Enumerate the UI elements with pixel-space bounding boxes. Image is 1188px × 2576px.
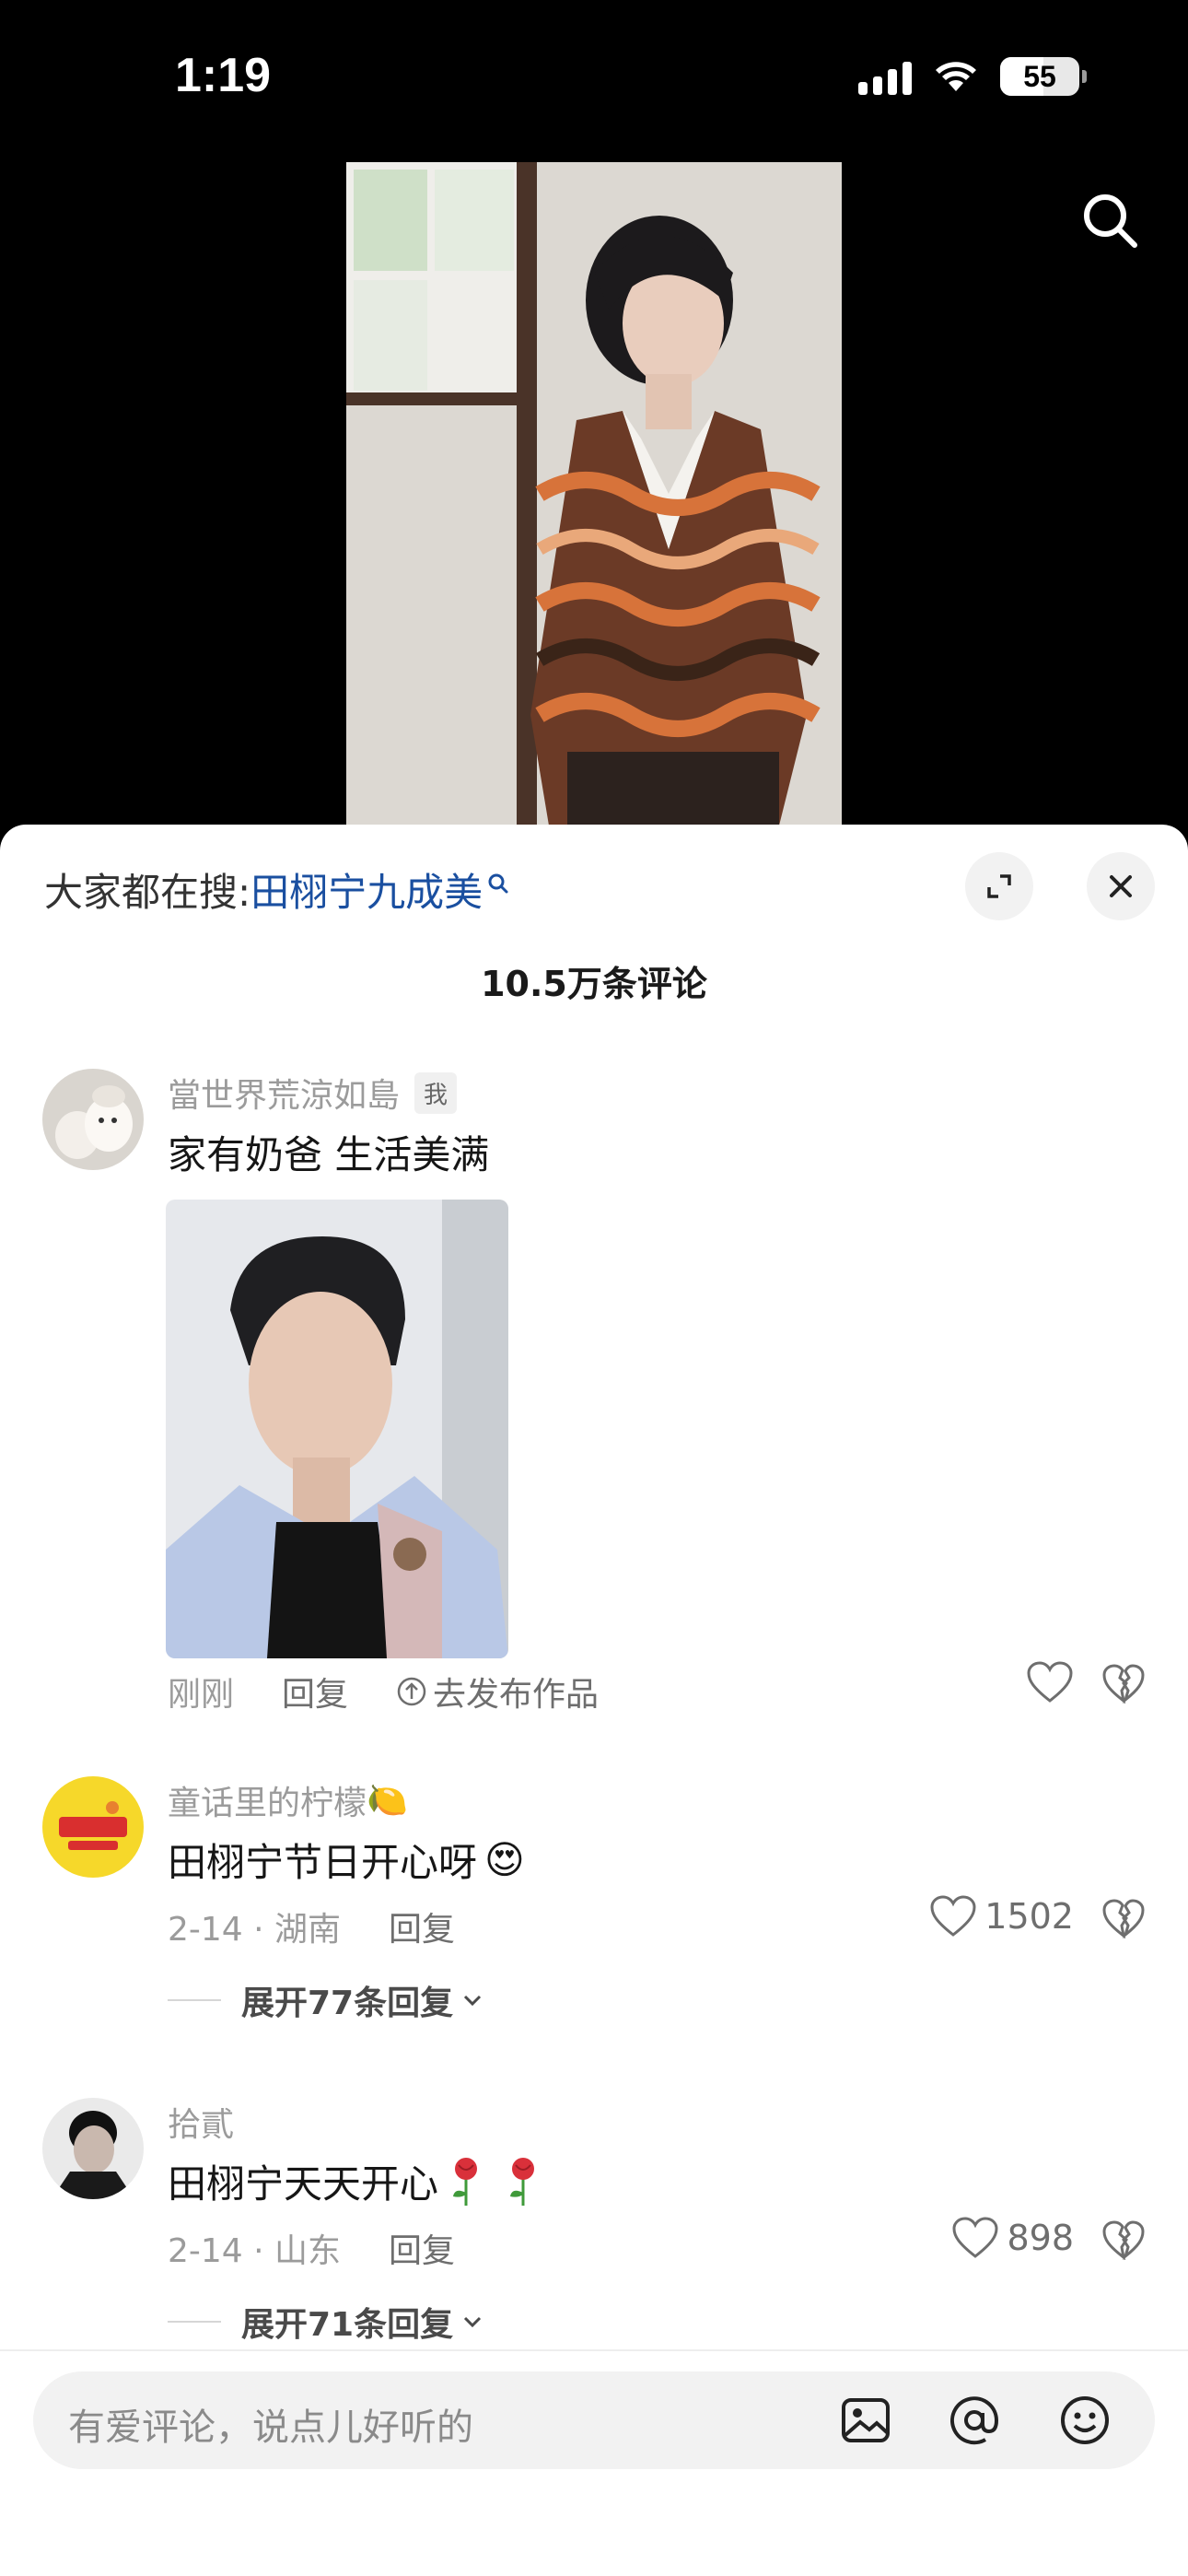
like-count: 1502 xyxy=(984,1896,1074,1937)
heart-icon xyxy=(1027,1661,1073,1703)
comment-sheet: 大家都在搜: 田栩宁九成美 10.5万条评论 當世界荒涼如島 我 家有奶爸 生活… xyxy=(0,825,1188,2576)
me-tag: 我 xyxy=(414,1071,458,1114)
status-time: 1:19 xyxy=(175,49,272,102)
broken-heart-icon xyxy=(1102,1899,1145,1939)
comment-text: 田栩宁节日开心呀 😍 xyxy=(168,1837,525,1885)
username[interactable]: 童话里的柠檬 🍋 xyxy=(168,1776,408,1824)
video-thumbnail[interactable] xyxy=(346,162,842,825)
battery-level: 55 xyxy=(1023,59,1056,93)
comment-meta: 2-14 · 山东 回复 xyxy=(168,2224,455,2272)
divider-line xyxy=(168,1999,221,2001)
chevron-down-icon xyxy=(464,2316,482,2328)
status-icons: 55 xyxy=(858,57,1087,96)
close-button[interactable] xyxy=(1087,852,1155,920)
broken-heart-icon xyxy=(1102,1664,1145,1704)
comment-input-bar: 有爱评论，说点儿好听的 xyxy=(0,2349,1188,2576)
trending-keyword[interactable]: 田栩宁九成美 xyxy=(250,861,483,918)
username[interactable]: 當世界荒涼如島 我 xyxy=(168,1069,458,1117)
avatar[interactable] xyxy=(42,2098,144,2199)
expand-replies-button[interactable]: 展开77条回复 xyxy=(168,1976,484,2024)
heart-icon xyxy=(930,1895,976,1937)
dislike-button[interactable] xyxy=(1101,1898,1146,1942)
trending-search[interactable]: 大家都在搜: 田栩宁九成美 xyxy=(44,861,510,918)
expand-icon xyxy=(987,874,1011,898)
reply-button[interactable]: 回复 xyxy=(389,1903,455,1950)
dislike-button[interactable] xyxy=(1101,2219,1146,2264)
trending-prefix: 大家都在搜: xyxy=(44,870,251,915)
expand-replies-button[interactable]: 展开71条回复 xyxy=(168,2298,484,2346)
reply-button[interactable]: 回复 xyxy=(389,2224,455,2272)
emoji-icon[interactable] xyxy=(1057,2393,1112,2448)
comment-input-placeholder: 有爱评论，说点儿好听的 xyxy=(68,2406,473,2449)
lemon-emoji: 🍋 xyxy=(367,1782,408,1820)
divider-line xyxy=(168,2321,221,2323)
broken-heart-icon xyxy=(1102,2220,1145,2261)
comment-image[interactable] xyxy=(166,1200,508,1658)
like-button[interactable]: 1502 xyxy=(929,1894,1074,1938)
comment-meta: 2-14 · 湖南 回复 xyxy=(168,1903,455,1950)
wifi-icon xyxy=(936,62,976,91)
at-icon[interactable] xyxy=(947,2393,1002,2448)
username[interactable]: 拾貳 xyxy=(168,2098,234,2146)
search-icon[interactable] xyxy=(1077,188,1142,252)
video-photo xyxy=(346,162,842,825)
rose-icon xyxy=(510,2157,535,2206)
comment-input[interactable]: 有爱评论，说点儿好听的 xyxy=(33,2371,1155,2469)
close-icon xyxy=(1110,875,1132,897)
like-button[interactable] xyxy=(1026,1660,1074,1704)
rose-icon xyxy=(453,2157,478,2206)
reply-button[interactable]: 回复 xyxy=(282,1668,348,1715)
heart-icon xyxy=(952,2217,998,2258)
comments-count: 10.5万条评论 xyxy=(481,964,707,1004)
publish-arrow-icon xyxy=(397,1677,426,1706)
signal-icon xyxy=(858,58,912,95)
small-search-icon xyxy=(488,873,508,893)
comment-meta: 刚刚 回复 去发布作品 xyxy=(168,1668,599,1715)
like-button[interactable]: 898 xyxy=(951,2216,1074,2260)
image-icon[interactable] xyxy=(838,2393,893,2448)
comment-text: 田栩宁天天开心 xyxy=(168,2153,543,2209)
avatar[interactable] xyxy=(42,1776,144,1878)
chevron-down-icon xyxy=(464,1995,482,2007)
screen: { "status_bar": { "time": "1:19", "batte… xyxy=(0,0,1188,2576)
battery-icon: 55 xyxy=(1000,57,1087,96)
comment-text: 家有奶爸 生活美满 xyxy=(168,1132,490,1177)
comment-time: 刚刚 xyxy=(168,1676,235,1714)
like-count: 898 xyxy=(1007,2218,1074,2258)
expand-button[interactable] xyxy=(965,852,1033,920)
avatar[interactable] xyxy=(42,1069,144,1170)
comment-date: 2-14 · 山东 xyxy=(168,2232,342,2270)
publish-button[interactable]: 去发布作品 xyxy=(396,1668,599,1715)
comment-date: 2-14 · 湖南 xyxy=(168,1911,342,1949)
dislike-button[interactable] xyxy=(1101,1663,1146,1707)
heart-eyes-emoji: 😍 xyxy=(484,1837,525,1882)
